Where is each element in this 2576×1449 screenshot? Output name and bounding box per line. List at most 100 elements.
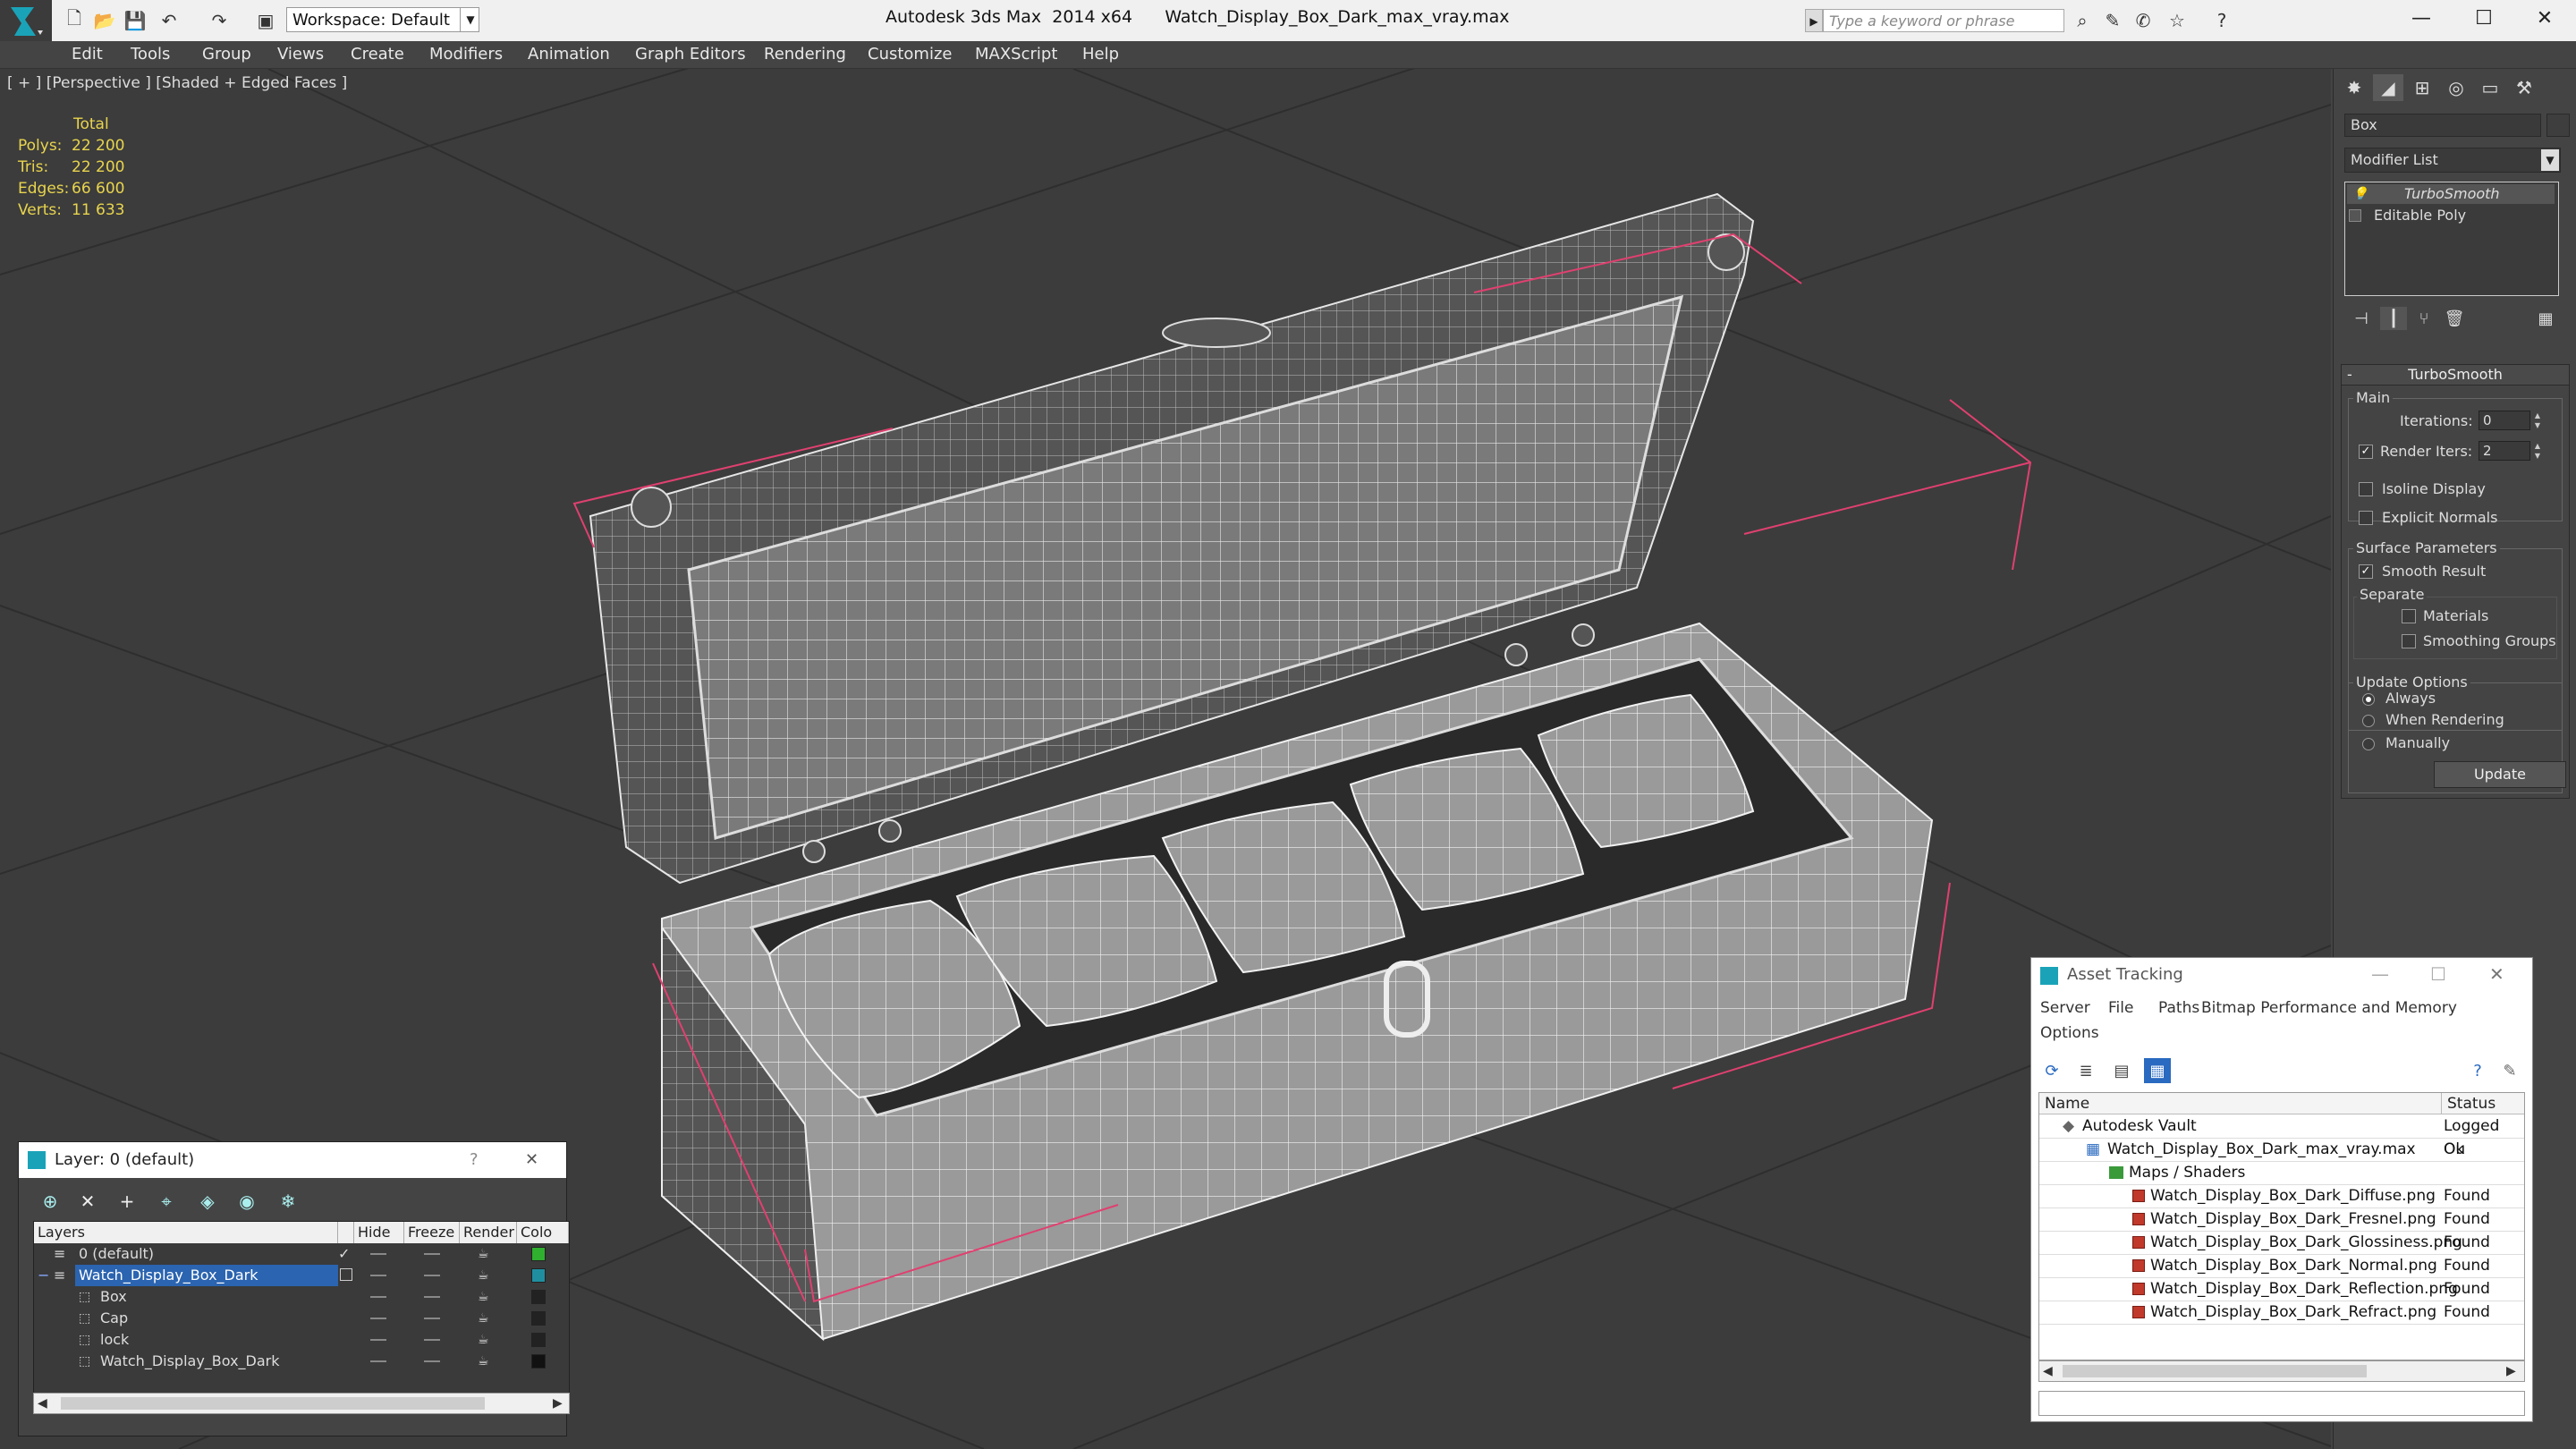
modify-tab-icon[interactable]: ◢ <box>2373 74 2403 101</box>
hide-toggle[interactable] <box>370 1253 386 1255</box>
render-teapot-icon[interactable]: ☕ <box>478 1265 489 1286</box>
smooth-result-checkbox[interactable]: ✓ <box>2359 564 2373 579</box>
asset-row[interactable]: Watch_Display_Box_Dark_Reflection.png Fo… <box>2039 1277 2524 1301</box>
stack-item-editable-poly[interactable]: Editable Poly <box>2347 206 2555 225</box>
menu-server[interactable]: Server <box>2040 999 2090 1017</box>
render-iters-checkbox[interactable]: ✓ <box>2359 445 2373 459</box>
asset-row[interactable]: Watch_Display_Box_Dark_Diffuse.png Found <box>2039 1184 2524 1208</box>
render-teapot-icon[interactable]: ☕ <box>478 1329 489 1351</box>
object-color-swatch[interactable] <box>531 1311 546 1326</box>
object-row[interactable]: ⬚ lock ☕ <box>34 1329 569 1351</box>
chevron-down-icon[interactable]: ▼ <box>460 7 480 32</box>
menu-tools[interactable]: Tools <box>131 45 170 64</box>
refresh-icon[interactable]: ⟳ <box>2038 1058 2065 1083</box>
highlight-editor-icon[interactable]: ✎ <box>2496 1058 2523 1083</box>
redo-icon[interactable]: ↷ <box>208 9 231 32</box>
smoothing-groups-checkbox[interactable] <box>2402 634 2416 648</box>
manually-radio[interactable] <box>2362 738 2375 750</box>
highlight-selected-icon[interactable]: ◈ <box>194 1189 221 1214</box>
minimize-button[interactable]: — <box>2390 0 2453 36</box>
close-icon[interactable]: ✕ <box>2489 963 2504 985</box>
help-icon[interactable]: ? <box>2464 1058 2491 1083</box>
asset-row[interactable]: Watch_Display_Box_Dark_Normal.png Found <box>2039 1254 2524 1278</box>
layer-dialog-title-bar[interactable]: Layer: 0 (default) ? ✕ <box>19 1142 566 1178</box>
column-header[interactable]: Render <box>460 1222 517 1243</box>
column-header[interactable]: Freeze <box>404 1222 460 1243</box>
project-folder-icon[interactable]: ▣ <box>254 9 277 32</box>
motion-tab-icon[interactable]: ◎ <box>2441 74 2471 101</box>
menu-group[interactable]: Group <box>202 45 251 64</box>
utilities-tab-icon[interactable]: ⚒ <box>2509 74 2539 101</box>
hierarchy-tab-icon[interactable]: ⊞ <box>2407 74 2437 101</box>
scroll-left-icon[interactable]: ◀ <box>38 1394 47 1413</box>
isoline-display-checkbox[interactable] <box>2359 482 2373 496</box>
collapse-icon[interactable]: − <box>38 1265 49 1286</box>
always-radio[interactable] <box>2362 693 2375 706</box>
explicit-normals-checkbox[interactable] <box>2359 511 2373 525</box>
menu-edit[interactable]: Edit <box>72 45 103 64</box>
asset-row[interactable]: ◆ Autodesk Vault Logged Ou <box>2039 1114 2524 1158</box>
object-row[interactable]: ⬚ Watch_Display_Box_Dark ☕ <box>34 1351 569 1372</box>
hide-all-icon[interactable]: ◉ <box>233 1189 260 1214</box>
column-header[interactable]: Layers <box>34 1222 338 1243</box>
asset-row[interactable]: Watch_Display_Box_Dark_Glossiness.png Fo… <box>2039 1231 2524 1255</box>
menu-graph-editors[interactable]: Graph Editors <box>635 45 746 64</box>
make-unique-icon[interactable]: ⑂ <box>2411 307 2437 330</box>
scroll-right-icon[interactable]: ▶ <box>553 1394 563 1413</box>
turbosmooth-rollout-header[interactable]: - TurboSmooth <box>2341 364 2570 386</box>
lightbulb-icon[interactable]: 💡 <box>2352 184 2368 204</box>
freeze-toggle[interactable] <box>424 1339 440 1341</box>
thumbnail-view-icon[interactable]: ▤ <box>2108 1058 2135 1083</box>
menu-bitmap-performance[interactable]: Bitmap Performance and Memory <box>2201 999 2457 1017</box>
open-file-icon[interactable]: 📂 <box>93 9 116 32</box>
menu-animation[interactable]: Animation <box>528 45 610 64</box>
remove-modifier-icon[interactable]: 🗑 <box>2441 307 2468 330</box>
configure-modifier-sets-icon[interactable]: ▦ <box>2532 307 2559 330</box>
object-name[interactable]: Box <box>100 1286 127 1308</box>
menu-maxscript[interactable]: MAXScript <box>975 45 1057 64</box>
menu-help[interactable]: Help <box>1082 45 1119 64</box>
binoculars-icon[interactable]: ⌕ <box>2070 9 2095 32</box>
asset-row[interactable]: Watch_Display_Box_Dark_Refract.png Found <box>2039 1301 2524 1325</box>
render-teapot-icon[interactable]: ☕ <box>478 1286 489 1308</box>
list-view-icon[interactable]: ≣ <box>2072 1058 2099 1083</box>
maximize-button[interactable]: ☐ <box>2430 963 2446 985</box>
materials-checkbox[interactable] <box>2402 609 2416 623</box>
close-button[interactable]: ✕ <box>2513 0 2576 36</box>
add-selected-icon[interactable]: + <box>114 1189 140 1214</box>
layer-color-swatch[interactable] <box>531 1268 546 1283</box>
hide-toggle[interactable] <box>370 1296 386 1298</box>
communication-icon[interactable]: ✆ <box>2131 9 2156 32</box>
object-row[interactable]: ⬚ Box ☕ <box>34 1286 569 1308</box>
menu-views[interactable]: Views <box>277 45 324 64</box>
workspace-dropdown[interactable]: Workspace: Default <box>286 7 479 32</box>
object-color-swatch[interactable] <box>531 1354 546 1368</box>
new-file-icon[interactable]: 🗋 <box>63 7 86 32</box>
close-icon[interactable]: ✕ <box>525 1142 538 1178</box>
select-highlighted-icon[interactable]: ⌖ <box>153 1189 180 1214</box>
menu-modifiers[interactable]: Modifiers <box>429 45 503 64</box>
favorites-star-icon[interactable]: ☆ <box>2165 9 2190 32</box>
render-teapot-icon[interactable]: ☕ <box>478 1308 489 1329</box>
save-file-icon[interactable]: 💾 <box>123 9 147 32</box>
new-layer-icon[interactable]: ⊕ <box>37 1189 64 1214</box>
modifier-list-dropdown[interactable]: Modifier List <box>2344 148 2561 173</box>
asset-row[interactable]: ▦ Watch_Display_Box_Dark_max_vray.max Ok <box>2039 1138 2524 1162</box>
expand-icon[interactable] <box>2349 209 2361 222</box>
freeze-all-icon[interactable]: ❄ <box>275 1189 301 1214</box>
layer-name[interactable]: 0 (default) <box>75 1243 157 1265</box>
scrollbar-thumb[interactable] <box>2063 1365 2367 1377</box>
table-view-icon[interactable]: ▦ <box>2144 1058 2171 1083</box>
help-button[interactable]: ? <box>470 1142 479 1178</box>
menu-file[interactable]: File <box>2108 999 2133 1017</box>
collapse-icon[interactable]: - <box>2347 365 2352 385</box>
asset-tracking-title-bar[interactable]: Asset Tracking — ☐ ✕ <box>2031 958 2532 994</box>
menu-paths[interactable]: Paths <box>2158 999 2199 1017</box>
path-field[interactable] <box>2038 1391 2525 1416</box>
hide-toggle[interactable] <box>370 1275 386 1276</box>
hide-toggle[interactable] <box>370 1339 386 1341</box>
object-color-swatch[interactable] <box>2546 114 2570 137</box>
layer-row[interactable]: − ≡ Watch_Display_Box_Dark ☕ <box>34 1265 569 1286</box>
menu-create[interactable]: Create <box>351 45 404 64</box>
horizontal-scrollbar[interactable]: ◀ ▶ <box>33 1393 570 1414</box>
